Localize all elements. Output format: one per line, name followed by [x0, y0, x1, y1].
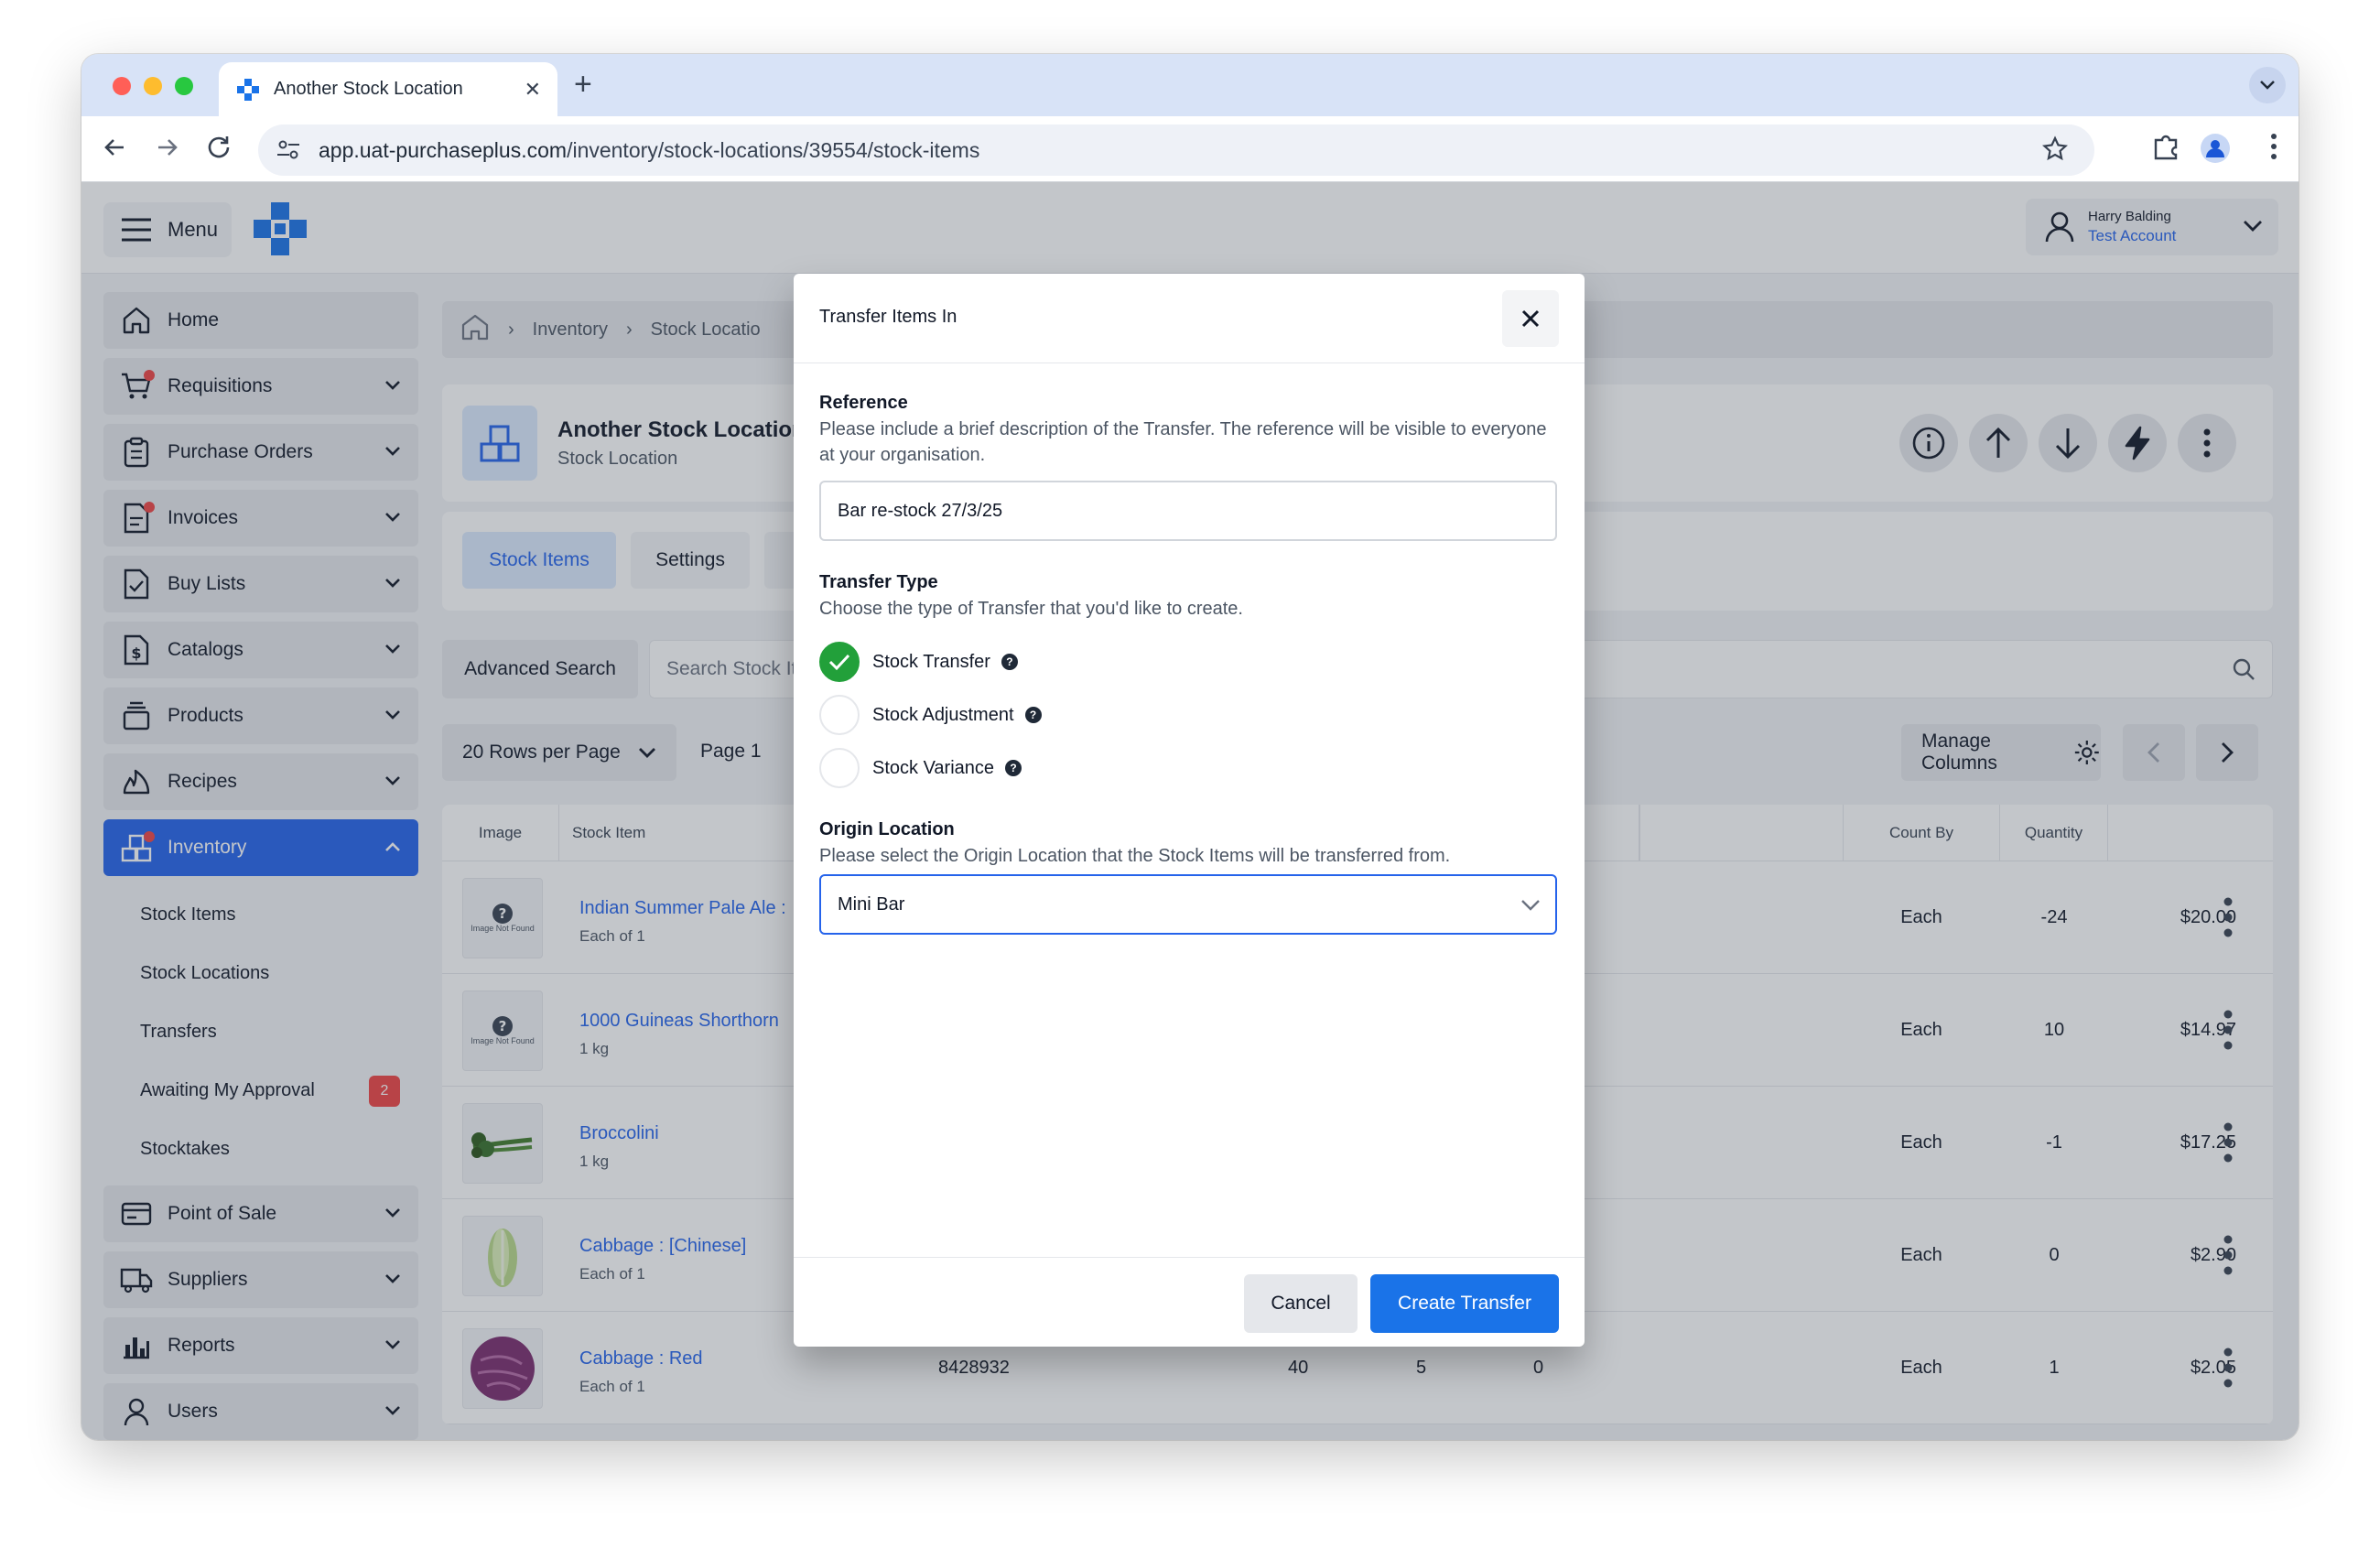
browser-window: Another Stock Location ✕ + app.uat-purch… [81, 54, 2299, 1440]
radio-stock-adjustment[interactable]: Stock Adjustment ? [819, 695, 1042, 735]
modal-title: Transfer Items In [819, 307, 957, 327]
browser-menu-icon[interactable] [2269, 131, 2278, 167]
origin-location-help: Please select the Origin Location that t… [819, 846, 1451, 866]
site-settings-icon[interactable] [276, 139, 300, 166]
radio-checked[interactable] [819, 642, 860, 682]
forward-arrow-icon[interactable] [155, 135, 180, 167]
chevron-down-icon [2260, 81, 2275, 90]
reload-icon[interactable] [206, 135, 232, 167]
origin-location-select[interactable]: Mini Bar [819, 874, 1557, 935]
back-arrow-icon[interactable] [102, 135, 127, 167]
help-icon[interactable]: ? [1024, 707, 1042, 723]
radio-stock-variance[interactable]: Stock Variance ? [819, 748, 1022, 788]
close-icon [1521, 309, 1540, 328]
browser-tab-active[interactable]: Another Stock Location ✕ [219, 62, 557, 116]
reference-help: Please include a brief description of th… [819, 419, 1547, 465]
close-window-button[interactable] [113, 77, 131, 95]
transfer-type-help: Choose the type of Transfer that you'd l… [819, 599, 1243, 619]
close-tab-icon[interactable]: ✕ [525, 78, 541, 102]
radio-unchecked[interactable] [819, 748, 860, 788]
profile-avatar-icon[interactable] [2200, 133, 2231, 168]
browser-tab-title: Another Stock Location [274, 79, 463, 99]
address-bar[interactable]: app.uat-purchaseplus.com/inventory/stock… [258, 124, 2094, 176]
check-icon [828, 654, 850, 671]
bookmark-star-icon[interactable] [2041, 135, 2069, 170]
transfer-type-label: Transfer Type [819, 572, 938, 592]
help-icon[interactable]: ? [1005, 760, 1022, 776]
modal-close-button[interactable] [1502, 290, 1559, 347]
reference-input[interactable]: Bar re-stock 27/3/25 [819, 481, 1557, 541]
chevron-down-icon [1519, 893, 1542, 922]
modal-footer: Cancel Create Transfer [794, 1257, 1585, 1347]
minimize-window-button[interactable] [144, 77, 162, 95]
tab-search-button[interactable] [2249, 67, 2286, 103]
purchaseplus-favicon-icon [235, 77, 261, 103]
create-transfer-button[interactable]: Create Transfer [1370, 1274, 1559, 1333]
modal-header: Transfer Items In [794, 274, 1585, 363]
browser-tabstrip: Another Stock Location ✕ + [81, 54, 2299, 116]
cancel-button[interactable]: Cancel [1244, 1274, 1358, 1333]
window-controls [113, 77, 193, 95]
reference-label: Reference [819, 393, 908, 413]
maximize-window-button[interactable] [175, 77, 193, 95]
origin-location-label: Origin Location [819, 819, 955, 839]
transfer-items-in-modal: Transfer Items In Reference Please inclu… [794, 274, 1585, 1347]
browser-toolbar: app.uat-purchaseplus.com/inventory/stock… [81, 116, 2299, 182]
new-tab-icon[interactable]: + [574, 67, 592, 103]
help-icon[interactable]: ? [1001, 654, 1018, 670]
extensions-icon[interactable] [2150, 131, 2181, 167]
radio-stock-transfer[interactable]: Stock Transfer ? [819, 642, 1018, 682]
radio-unchecked[interactable] [819, 695, 860, 735]
url-text: app.uat-purchaseplus.com/inventory/stock… [319, 137, 980, 162]
